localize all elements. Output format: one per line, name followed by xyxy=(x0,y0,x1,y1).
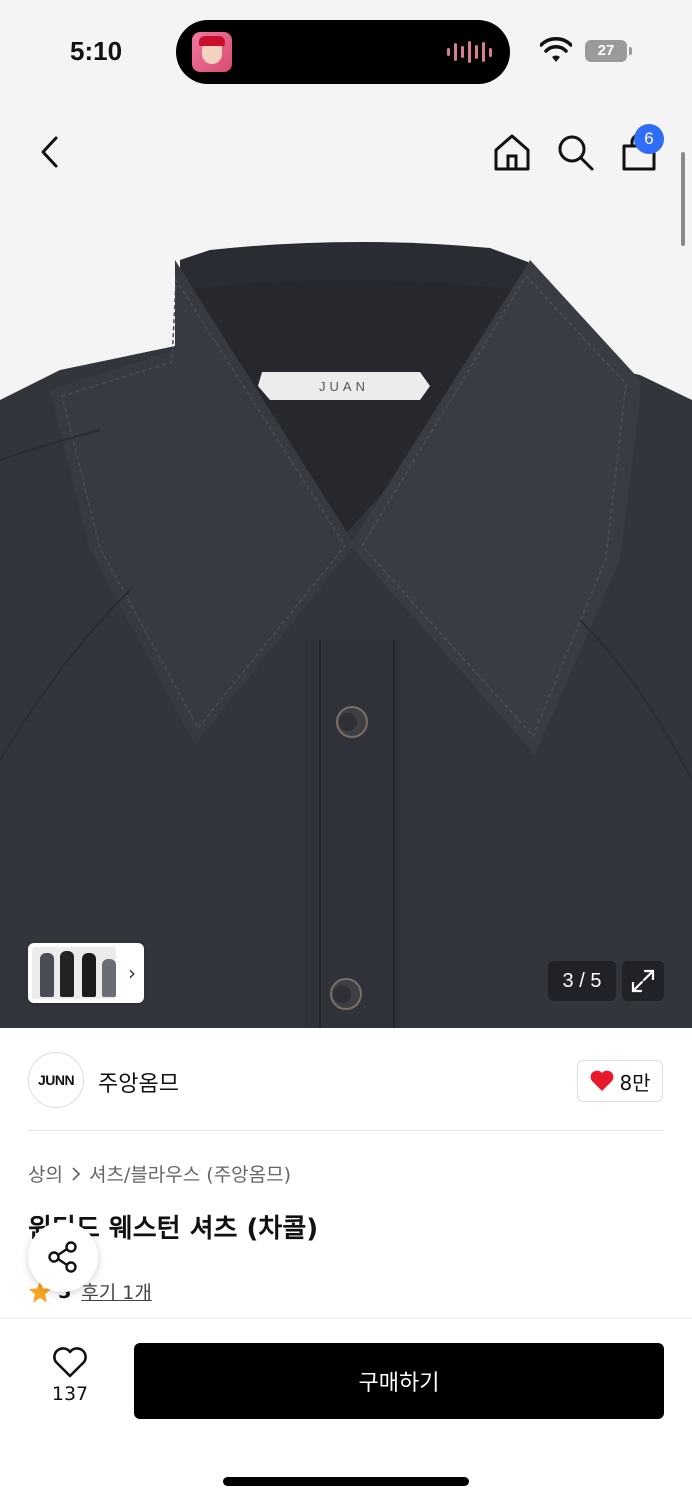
wifi-icon xyxy=(540,37,572,62)
wishlist-button[interactable]: 137 xyxy=(40,1347,100,1413)
brand-row[interactable]: JUNN 주앙옴므 8만 xyxy=(0,1028,692,1130)
wishlist-count: 137 xyxy=(51,1383,89,1405)
now-playing-artwork[interactable] xyxy=(192,32,232,72)
breadcrumb: 상의 셔츠/블라우스 (주앙옴므) xyxy=(28,1160,291,1187)
heart-filled-icon xyxy=(591,1070,614,1091)
brand-like-count: 8만 xyxy=(619,1070,651,1095)
breadcrumb-subcategory[interactable]: 셔츠/블라우스 (주앙옴므) xyxy=(89,1160,291,1187)
breadcrumb-category[interactable]: 상의 xyxy=(28,1160,63,1187)
product-gallery[interactable]: JUAN 6 › 3 / 5 xyxy=(0,100,692,1028)
reviews-link[interactable]: 후기 1개 xyxy=(81,1278,152,1305)
cart-count-badge: 6 xyxy=(634,124,664,154)
buy-button[interactable]: 구매하기 xyxy=(134,1343,664,1419)
model-thumbnails xyxy=(32,947,116,999)
brand-name[interactable]: 주앙옴므 xyxy=(98,1066,179,1098)
brand-like-button[interactable]: 8만 xyxy=(577,1060,663,1102)
share-icon xyxy=(48,1241,77,1273)
brand-logo[interactable]: JUNN xyxy=(28,1052,84,1108)
dynamic-island[interactable] xyxy=(176,20,510,84)
home-icon xyxy=(494,134,530,171)
product-image[interactable]: JUAN xyxy=(0,100,692,1028)
divider xyxy=(28,1130,664,1131)
back-button[interactable] xyxy=(28,130,72,174)
audio-waveform-icon xyxy=(447,40,492,64)
fullscreen-button[interactable] xyxy=(622,961,664,1001)
home-indicator[interactable] xyxy=(223,1477,469,1486)
expand-icon xyxy=(631,969,655,993)
back-chevron-icon xyxy=(41,136,58,168)
clothing-label-text: JUAN xyxy=(319,379,369,394)
chevron-right-icon: › xyxy=(128,961,136,985)
status-time: 5:10 xyxy=(70,36,123,66)
heart-outline-icon xyxy=(53,1347,87,1378)
scrollbar[interactable] xyxy=(681,152,685,246)
share-button[interactable] xyxy=(28,1222,98,1292)
model-thumbnails-button[interactable]: › xyxy=(28,943,144,1003)
chevron-right-icon xyxy=(72,1166,81,1181)
status-bar: 5:10 27 xyxy=(0,0,692,100)
page-indicator: 3 / 5 xyxy=(548,961,616,1001)
bottom-action-bar: 137 구매하기 xyxy=(0,1318,692,1500)
battery-icon: 27 xyxy=(585,40,632,62)
home-button[interactable] xyxy=(490,130,534,174)
search-button[interactable] xyxy=(553,130,597,174)
search-icon xyxy=(558,135,594,171)
